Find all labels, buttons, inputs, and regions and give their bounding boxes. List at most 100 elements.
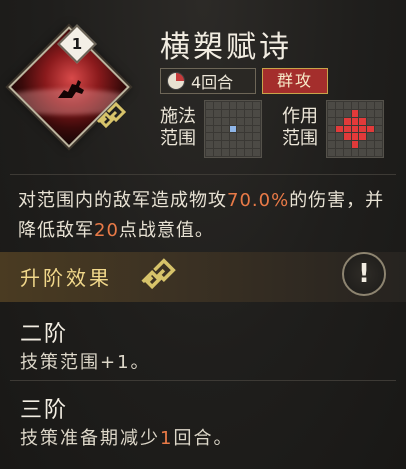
grid-cell bbox=[237, 149, 245, 156]
grid-cell bbox=[351, 109, 359, 117]
grid-cell bbox=[253, 133, 260, 141]
grid-cell bbox=[328, 109, 335, 117]
grid-cell bbox=[213, 141, 221, 149]
grid-cell bbox=[206, 125, 213, 133]
grid-cell bbox=[245, 133, 253, 141]
rider-silhouette-icon bbox=[58, 80, 84, 98]
grid-cell bbox=[351, 141, 359, 149]
grid-cell bbox=[367, 102, 375, 109]
grid-cell bbox=[343, 141, 351, 149]
effect-range-label-line1: 作用 bbox=[282, 106, 318, 127]
grid-cell bbox=[343, 149, 351, 156]
skill-level: 1 bbox=[71, 35, 83, 53]
skill-description: 对范围内的敌军造成物攻70.0%的伤害，并降低敌军20点战意值。 bbox=[18, 186, 388, 246]
grid-cell bbox=[328, 102, 335, 109]
grid-cell bbox=[328, 133, 335, 141]
upgrade-title: 升阶效果 bbox=[20, 266, 112, 290]
attack-type-tag: 群攻 bbox=[262, 68, 328, 94]
grid-cell bbox=[367, 117, 375, 125]
grid-cell bbox=[245, 149, 253, 156]
divider bbox=[10, 380, 396, 381]
grid-cell bbox=[367, 109, 375, 117]
grid-cell bbox=[367, 133, 375, 141]
grid-cell bbox=[221, 133, 229, 141]
grid-cell bbox=[335, 102, 343, 109]
grid-cell bbox=[229, 102, 237, 109]
grid-cell bbox=[343, 125, 351, 133]
grid-cell bbox=[245, 109, 253, 117]
tier-3-text-2: 回合。 bbox=[173, 428, 234, 449]
pie-timer-icon bbox=[167, 72, 185, 90]
grid-cell bbox=[359, 109, 367, 117]
grid-cell bbox=[375, 109, 382, 117]
grid-cell bbox=[206, 149, 213, 156]
grid-cell bbox=[253, 125, 260, 133]
grid-cell bbox=[229, 141, 237, 149]
turn-count: 4回合 bbox=[160, 68, 256, 94]
grid-cell bbox=[213, 102, 221, 109]
grid-cell bbox=[206, 133, 213, 141]
grid-cell bbox=[343, 133, 351, 141]
grid-cell bbox=[375, 117, 382, 125]
cloud-knot-icon bbox=[96, 101, 127, 129]
tier-2-title: 二阶 bbox=[20, 322, 69, 347]
grid-cell bbox=[206, 102, 213, 109]
tier-2-text: 技策范围+1。 bbox=[20, 352, 151, 373]
grid-cell bbox=[375, 133, 382, 141]
grid-cell bbox=[245, 141, 253, 149]
grid-cell bbox=[335, 141, 343, 149]
grid-cell bbox=[221, 125, 229, 133]
grid-cell bbox=[359, 133, 367, 141]
effect-range-grid bbox=[326, 100, 384, 158]
grid-cell bbox=[237, 102, 245, 109]
grid-cell bbox=[351, 125, 359, 133]
grid-cell bbox=[335, 133, 343, 141]
grid-cell bbox=[237, 109, 245, 117]
skill-name: 横槊赋诗 bbox=[160, 30, 292, 65]
grid-cell bbox=[328, 141, 335, 149]
grid-cell bbox=[229, 117, 237, 125]
grid-cell bbox=[206, 117, 213, 125]
grid-cell bbox=[359, 117, 367, 125]
effect-range-label-line2: 范围 bbox=[282, 128, 318, 149]
grid-cell bbox=[367, 141, 375, 149]
grid-cell bbox=[245, 117, 253, 125]
grid-cell bbox=[375, 125, 382, 133]
grid-cell bbox=[359, 125, 367, 133]
grid-cell bbox=[213, 133, 221, 141]
cast-range-label-line1: 施法 bbox=[160, 106, 196, 127]
grid-cell bbox=[237, 125, 245, 133]
grid-cell bbox=[229, 109, 237, 117]
grid-cell bbox=[375, 149, 382, 156]
exclamation-icon[interactable]: ! bbox=[342, 252, 386, 296]
cloud-knot-icon bbox=[141, 258, 176, 290]
grid-cell bbox=[351, 133, 359, 141]
cast-range-label-line2: 范围 bbox=[160, 128, 196, 149]
grid-cell bbox=[253, 141, 260, 149]
grid-cell bbox=[213, 117, 221, 125]
desc-text-3: 点战意值。 bbox=[118, 220, 214, 241]
grid-cell bbox=[359, 149, 367, 156]
grid-cell bbox=[253, 117, 260, 125]
skill-icon: 1 bbox=[8, 24, 130, 148]
grid-cell bbox=[237, 117, 245, 125]
grid-cell bbox=[343, 102, 351, 109]
grid-cell bbox=[221, 109, 229, 117]
skill-tooltip-panel: 1 横槊赋诗 4回合 群攻 施法 范围 作用 范围 对范围内的敌军造成物攻70.… bbox=[0, 0, 406, 469]
grid-cell bbox=[328, 117, 335, 125]
grid-cell bbox=[237, 141, 245, 149]
damage-percent: 70.0% bbox=[227, 190, 290, 211]
tier-3-text-1: 技策准备期减少 bbox=[20, 428, 160, 449]
grid-cell bbox=[343, 109, 351, 117]
tier-3-value: 1 bbox=[160, 428, 174, 449]
grid-cell bbox=[221, 149, 229, 156]
grid-cell bbox=[206, 141, 213, 149]
grid-cell bbox=[221, 141, 229, 149]
cast-range-grid bbox=[204, 100, 262, 158]
grid-cell bbox=[229, 149, 237, 156]
grid-cell bbox=[237, 133, 245, 141]
grid-cell bbox=[375, 102, 382, 109]
divider bbox=[10, 174, 396, 175]
grid-cell bbox=[335, 109, 343, 117]
grid-cell bbox=[335, 125, 343, 133]
